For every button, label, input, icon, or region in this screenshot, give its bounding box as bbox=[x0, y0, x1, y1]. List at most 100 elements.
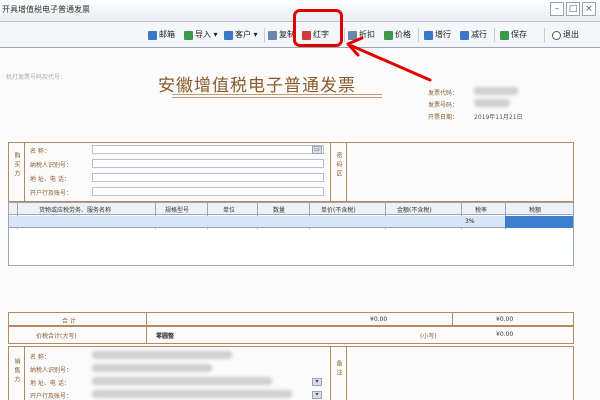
mail-label: 邮箱 bbox=[159, 30, 175, 39]
invoice-date-value: 2019年11月21日 bbox=[474, 114, 523, 121]
seller-bank-label: 开户行及账号： bbox=[30, 393, 73, 400]
add-row-icon bbox=[424, 30, 433, 40]
seller-name-label: 名 称： bbox=[30, 354, 50, 361]
price-tax-label: 价税合计(大写) bbox=[36, 333, 77, 340]
totals-divider bbox=[452, 312, 453, 326]
price-tax-row bbox=[8, 326, 574, 344]
toolbar-separator bbox=[344, 28, 345, 42]
totals-divider bbox=[146, 312, 147, 326]
seller-divider bbox=[24, 346, 25, 400]
price-tax-uppercase: 零圆整 bbox=[156, 333, 175, 340]
remove-row-icon bbox=[460, 30, 469, 40]
import-label: 导入 ▾ bbox=[195, 30, 218, 39]
grid-header-item-name[interactable]: 货物或应税劳务、服务名称 bbox=[39, 205, 111, 214]
buyer-address-label: 地 址、电 话： bbox=[30, 176, 70, 183]
buyer-taxid-label: 纳税人识别号： bbox=[30, 162, 73, 169]
grid-header-amount[interactable]: 金额(不含税) bbox=[397, 205, 432, 214]
grid-header-tax-amount[interactable]: 税额 bbox=[529, 205, 541, 214]
exit-button[interactable]: 退出 bbox=[552, 28, 579, 42]
customer-icon bbox=[224, 30, 233, 40]
grid-header-unit[interactable]: 单位 bbox=[223, 205, 235, 214]
table-row[interactable] bbox=[9, 216, 573, 228]
exit-icon bbox=[552, 30, 561, 40]
buyer-bank-input[interactable] bbox=[92, 187, 324, 196]
mail-button[interactable]: 邮箱 bbox=[148, 28, 175, 42]
items-grid: 货物或应税劳务、服务名称 规格型号 单位 数量 单价(不含税) 金额(不含税) … bbox=[8, 202, 574, 266]
price-tax-divider bbox=[146, 326, 147, 344]
title-underline bbox=[172, 97, 382, 98]
totals-amount: ¥0.00 bbox=[370, 316, 388, 323]
save-icon bbox=[500, 30, 509, 40]
buyer-divider bbox=[346, 142, 347, 202]
remove-row-label: 减行 bbox=[471, 30, 487, 39]
seller-bank-redacted bbox=[92, 390, 292, 398]
totals-tax: ¥0.00 bbox=[496, 316, 514, 323]
invoice-number-label: 发票号码： bbox=[428, 102, 459, 109]
window-controls: – □ × bbox=[550, 2, 596, 16]
annotation-highlight-box bbox=[293, 9, 343, 47]
seller-divider bbox=[330, 346, 331, 400]
discount-label: 折扣 bbox=[359, 30, 375, 39]
toolbar-separator bbox=[544, 28, 545, 42]
copy-button[interactable]: 复制 bbox=[268, 28, 295, 42]
buyer-name-input[interactable] bbox=[92, 145, 324, 154]
toolbar-separator bbox=[264, 28, 265, 42]
seller-side-label: 销售方 bbox=[13, 358, 20, 385]
grid-header-spec[interactable]: 规格型号 bbox=[165, 205, 189, 214]
title-underline bbox=[172, 94, 382, 95]
mail-icon bbox=[148, 30, 157, 40]
invoice-title: 安徽增值税电子普通发票 bbox=[158, 76, 356, 96]
discount-button[interactable]: 折扣 bbox=[348, 28, 375, 42]
password-area-label: 密码区 bbox=[335, 152, 342, 179]
toolbar-separator bbox=[418, 28, 419, 42]
customer-label: 客户 ▾ bbox=[235, 30, 258, 39]
row-tax-rate[interactable]: 3% bbox=[465, 218, 475, 225]
exit-label: 退出 bbox=[563, 30, 579, 39]
seller-divider bbox=[346, 346, 347, 400]
maximize-button[interactable]: □ bbox=[566, 2, 580, 16]
save-button[interactable]: 保存 bbox=[500, 28, 527, 42]
invoice-corner-text: 机打发票号码及代号： bbox=[6, 74, 67, 81]
customer-button[interactable]: 客户 ▾ bbox=[224, 28, 258, 42]
remove-row-button[interactable]: 减行 bbox=[460, 28, 487, 42]
invoice-code-redacted bbox=[474, 87, 518, 95]
price-label: 价格 bbox=[395, 30, 411, 39]
grid-header-tax-rate[interactable]: 税率 bbox=[475, 205, 487, 214]
price-icon bbox=[384, 30, 393, 40]
totals-row bbox=[8, 312, 574, 326]
buyer-name-label: 名 称： bbox=[30, 148, 50, 155]
buyer-side-label: 购买方 bbox=[13, 152, 20, 179]
minimize-button[interactable]: – bbox=[550, 2, 564, 16]
buyer-lookup-icon[interactable]: ▭ bbox=[312, 146, 322, 154]
seller-taxid-label: 纳税人识别号： bbox=[30, 367, 73, 374]
grid-header-unit-price[interactable]: 单价(不含税) bbox=[321, 205, 356, 214]
buyer-divider bbox=[330, 142, 331, 202]
buyer-bank-label: 开户行及账号： bbox=[30, 190, 73, 197]
invoice-code-label: 发票代码： bbox=[428, 90, 459, 97]
save-label: 保存 bbox=[511, 30, 527, 39]
buyer-address-input[interactable] bbox=[92, 173, 324, 182]
add-row-button[interactable]: 增行 bbox=[424, 28, 451, 42]
import-button[interactable]: 导入 ▾ bbox=[184, 28, 218, 42]
price-button[interactable]: 价格 bbox=[384, 28, 411, 42]
selected-cell[interactable] bbox=[505, 216, 573, 228]
seller-address-dropdown-icon[interactable]: ▾ bbox=[312, 378, 322, 386]
seller-bank-dropdown-icon[interactable]: ▾ bbox=[312, 391, 322, 399]
seller-address-redacted bbox=[92, 377, 272, 385]
grid-header-quantity[interactable]: 数量 bbox=[273, 205, 285, 214]
seller-address-label: 地 址、电 话： bbox=[30, 380, 70, 387]
copy-icon bbox=[268, 30, 277, 40]
add-row-label: 增行 bbox=[435, 30, 451, 39]
toolbar-separator bbox=[494, 28, 495, 42]
buyer-taxid-input[interactable] bbox=[92, 159, 324, 168]
invoice-number-redacted bbox=[474, 99, 510, 107]
buyer-divider bbox=[24, 142, 25, 202]
invoice-date-label: 开票日期： bbox=[428, 114, 459, 121]
seller-taxid-redacted bbox=[92, 364, 212, 372]
price-tax-small-label: (小写) bbox=[420, 333, 437, 340]
close-button[interactable]: × bbox=[582, 2, 596, 16]
remark-label: 备注 bbox=[335, 360, 342, 378]
seller-name-redacted bbox=[92, 351, 232, 359]
totals-label: 合 计 bbox=[62, 318, 76, 325]
discount-icon bbox=[348, 30, 357, 40]
